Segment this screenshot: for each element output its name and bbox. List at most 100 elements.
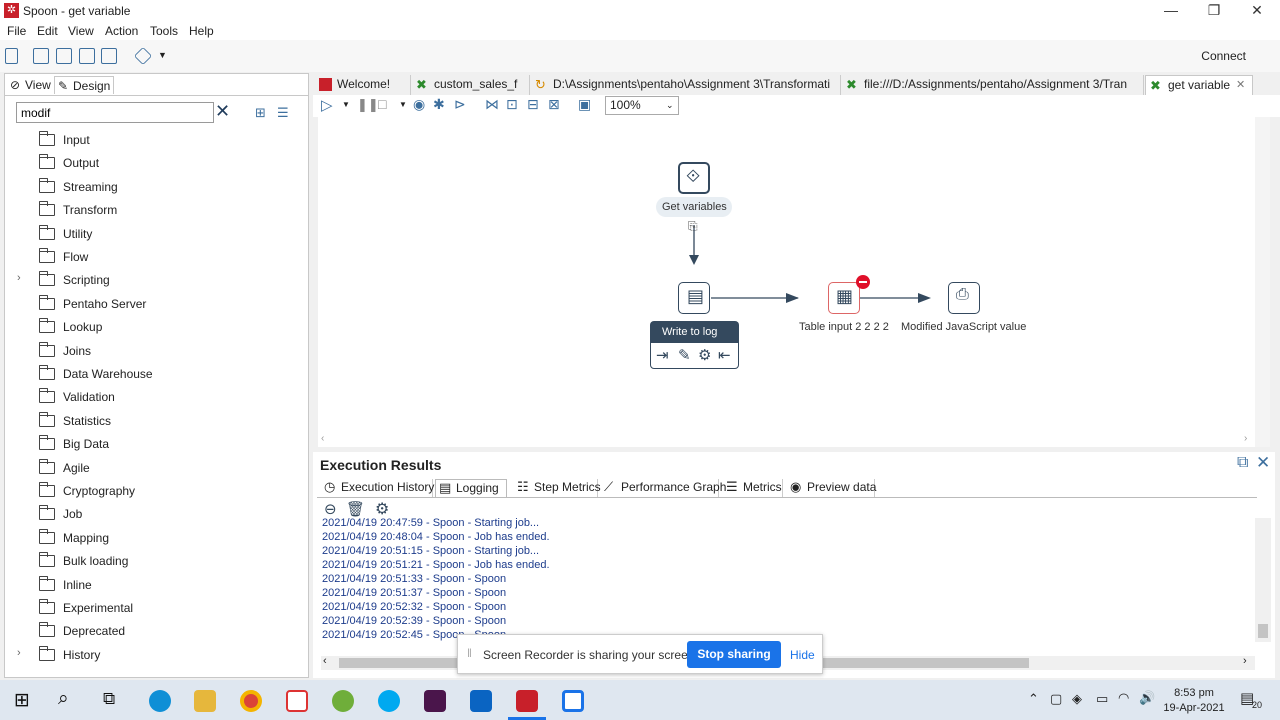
input-icon[interactable]: ⇥ — [656, 346, 669, 364]
scroll-left-icon[interactable]: ‹ — [321, 433, 324, 444]
impact-icon[interactable]: ⊡ — [506, 96, 518, 113]
menu-file[interactable]: File — [7, 24, 26, 38]
tab-get-variable[interactable]: ✖ get variable ✕ — [1145, 75, 1253, 95]
tree-item-streaming[interactable]: Streaming — [5, 177, 305, 198]
stop-options-icon[interactable]: ▼ — [399, 100, 407, 109]
close-tab-icon[interactable]: ✕ — [1236, 76, 1245, 94]
tab-execution-history[interactable]: ◷ Execution History — [321, 479, 434, 497]
spoon-taskbar-icon[interactable] — [516, 690, 538, 712]
scroll-right-icon[interactable]: › — [1243, 655, 1247, 667]
tree-item-cryptography[interactable]: Cryptography — [5, 482, 305, 502]
log-output[interactable]: 2021/04/19 20:47:59 - Spoon - Starting j… — [313, 518, 1253, 642]
tree-item-scripting[interactable]: › Scripting — [5, 271, 305, 291]
step-table-input[interactable]: ▦ — [828, 282, 860, 314]
tree-item-bulk-loading[interactable]: Bulk loading — [5, 552, 305, 572]
maximize-panel-icon[interactable]: ⧉ — [1237, 454, 1248, 472]
windows-start-icon[interactable]: ⊞ — [14, 689, 30, 712]
run-icon[interactable]: ▷ — [321, 96, 333, 114]
tab-view[interactable]: ⊘ View — [7, 76, 53, 94]
utorrent-icon[interactable] — [332, 690, 354, 712]
chevron-right-icon[interactable]: › — [17, 272, 21, 284]
tree-item-statistics[interactable]: Statistics — [5, 411, 305, 432]
tab-metrics[interactable]: ☰ Metrics — [723, 479, 783, 497]
explore-repository-icon[interactable] — [56, 48, 72, 64]
meet-now-icon[interactable]: ▢ — [1050, 691, 1062, 707]
collapse-all-icon[interactable]: ☰ — [277, 105, 289, 121]
tab-design[interactable]: ✎ Design — [54, 76, 114, 94]
drag-handle-icon[interactable]: ‖ — [467, 646, 472, 660]
tree-item-data-warehouse[interactable]: Data Warehouse — [5, 365, 305, 385]
step-modified-javascript[interactable]: ⎙ — [948, 282, 980, 314]
chrome-icon[interactable] — [240, 690, 262, 712]
search-icon[interactable]: ⌕ — [58, 688, 69, 710]
wifi-icon[interactable]: ◠ — [1118, 690, 1129, 706]
log-vertical-scrollbar[interactable] — [1255, 518, 1271, 642]
dropbox-icon[interactable]: ◈ — [1072, 691, 1082, 707]
layers-dropdown-icon[interactable]: ▼ — [158, 50, 167, 60]
transformation-canvas[interactable]: ⟐ Get variables ⎘ ▤ Write to log ⇥ ✎ ⚙ ⇤… — [318, 117, 1255, 433]
menu-help[interactable]: Help — [189, 24, 214, 38]
expand-all-icon[interactable]: ⊞ — [255, 105, 266, 121]
tab-welcome[interactable]: Welcome! — [315, 75, 411, 95]
tree-item-deprecated[interactable]: Deprecated — [5, 622, 305, 642]
menu-edit[interactable]: Edit — [37, 24, 58, 38]
tree-item-pentaho-server[interactable]: Pentaho Server — [5, 294, 305, 315]
menu-action[interactable]: Action — [105, 24, 138, 38]
stop-icon[interactable]: □ — [378, 96, 386, 112]
tab-step-metrics[interactable]: ☷ Step Metrics — [514, 479, 601, 497]
menu-tools[interactable]: Tools — [150, 24, 178, 38]
tab-assignment-transformation[interactable]: ↻ D:\Assignments\pentaho\Assignment 3\Tr… — [531, 75, 841, 95]
replay-icon[interactable]: ⊳ — [454, 96, 466, 113]
tree-item-flow[interactable]: Flow — [5, 248, 305, 268]
volume-icon[interactable]: 🔊 — [1139, 690, 1155, 706]
tree-item-utility[interactable]: Utility — [5, 224, 305, 245]
tree-item-lookup[interactable]: Lookup — [5, 318, 305, 338]
debug-icon[interactable]: ✱ — [433, 96, 445, 113]
verify-icon[interactable]: ⋈ — [485, 96, 499, 113]
output-icon[interactable]: ⇤ — [718, 346, 731, 364]
log-settings-icon[interactable]: ⚙ — [375, 499, 389, 519]
settings-icon[interactable]: ⚙ — [698, 346, 711, 364]
skype-icon[interactable] — [378, 690, 400, 712]
tree-item-transform[interactable]: Transform — [5, 201, 305, 221]
tree-item-joins[interactable]: Joins — [5, 341, 305, 362]
preview-icon[interactable]: ◉ — [413, 96, 425, 113]
clear-search-icon[interactable]: ✕ — [215, 101, 230, 122]
tree-item-agile[interactable]: Agile — [5, 458, 305, 479]
edit-icon[interactable]: ✎ — [678, 346, 691, 364]
save-icon[interactable] — [79, 48, 95, 64]
restore-button[interactable]: ❐ — [1191, 0, 1237, 22]
pause-icon[interactable]: ❚❚ — [357, 97, 379, 113]
trash-icon[interactable]: 🗑 — [346, 500, 365, 518]
task-view-icon[interactable]: ⧉ — [103, 689, 115, 709]
canvas-horizontal-scrollbar[interactable]: ‹ › — [318, 433, 1255, 447]
canvas-vertical-scrollbar[interactable] — [1255, 117, 1270, 447]
tab-logging[interactable]: ▤ Logging — [435, 479, 507, 497]
tree-item-experimental[interactable]: Experimental — [5, 599, 305, 619]
open-folder-icon[interactable] — [33, 48, 49, 64]
run-options-icon[interactable]: ▼ — [342, 100, 350, 109]
new-file-icon[interactable] — [5, 48, 18, 64]
tab-custom-sales[interactable]: ✖ custom_sales_f — [412, 75, 530, 95]
edge-icon[interactable] — [149, 690, 171, 712]
battery-icon[interactable]: ▭ — [1096, 691, 1108, 707]
close-panel-icon[interactable]: ✕ — [1256, 453, 1270, 473]
clear-log-icon[interactable]: ⊖ — [324, 500, 337, 518]
screen-recorder-icon[interactable] — [562, 690, 584, 712]
tree-item-mapping[interactable]: Mapping — [5, 528, 305, 549]
snip-icon[interactable] — [286, 690, 308, 712]
tree-item-big-data[interactable]: Big Data — [5, 435, 305, 455]
show-results-icon[interactable]: ▣ — [578, 96, 591, 113]
scroll-left-icon[interactable]: ‹ — [323, 655, 327, 667]
tab-performance-graph[interactable]: ⟋ Performance Graph — [601, 479, 726, 497]
layers-icon[interactable] — [133, 46, 153, 66]
chevron-right-icon[interactable]: › — [17, 647, 21, 659]
connect-button[interactable]: Connect — [1201, 49, 1246, 63]
tree-item-validation[interactable]: Validation — [5, 388, 305, 408]
show-hidden-icons-icon[interactable]: ⌃ — [1028, 691, 1039, 707]
steps-search-input[interactable] — [16, 102, 214, 123]
zoom-select[interactable]: 100% ⌄ — [605, 96, 679, 115]
stop-sharing-button[interactable]: Stop sharing — [687, 641, 781, 668]
hide-button[interactable]: Hide — [790, 648, 815, 662]
tab-file-transformation[interactable]: ✖ file:///D:/Assignments/pentaho/Assignm… — [842, 75, 1144, 95]
